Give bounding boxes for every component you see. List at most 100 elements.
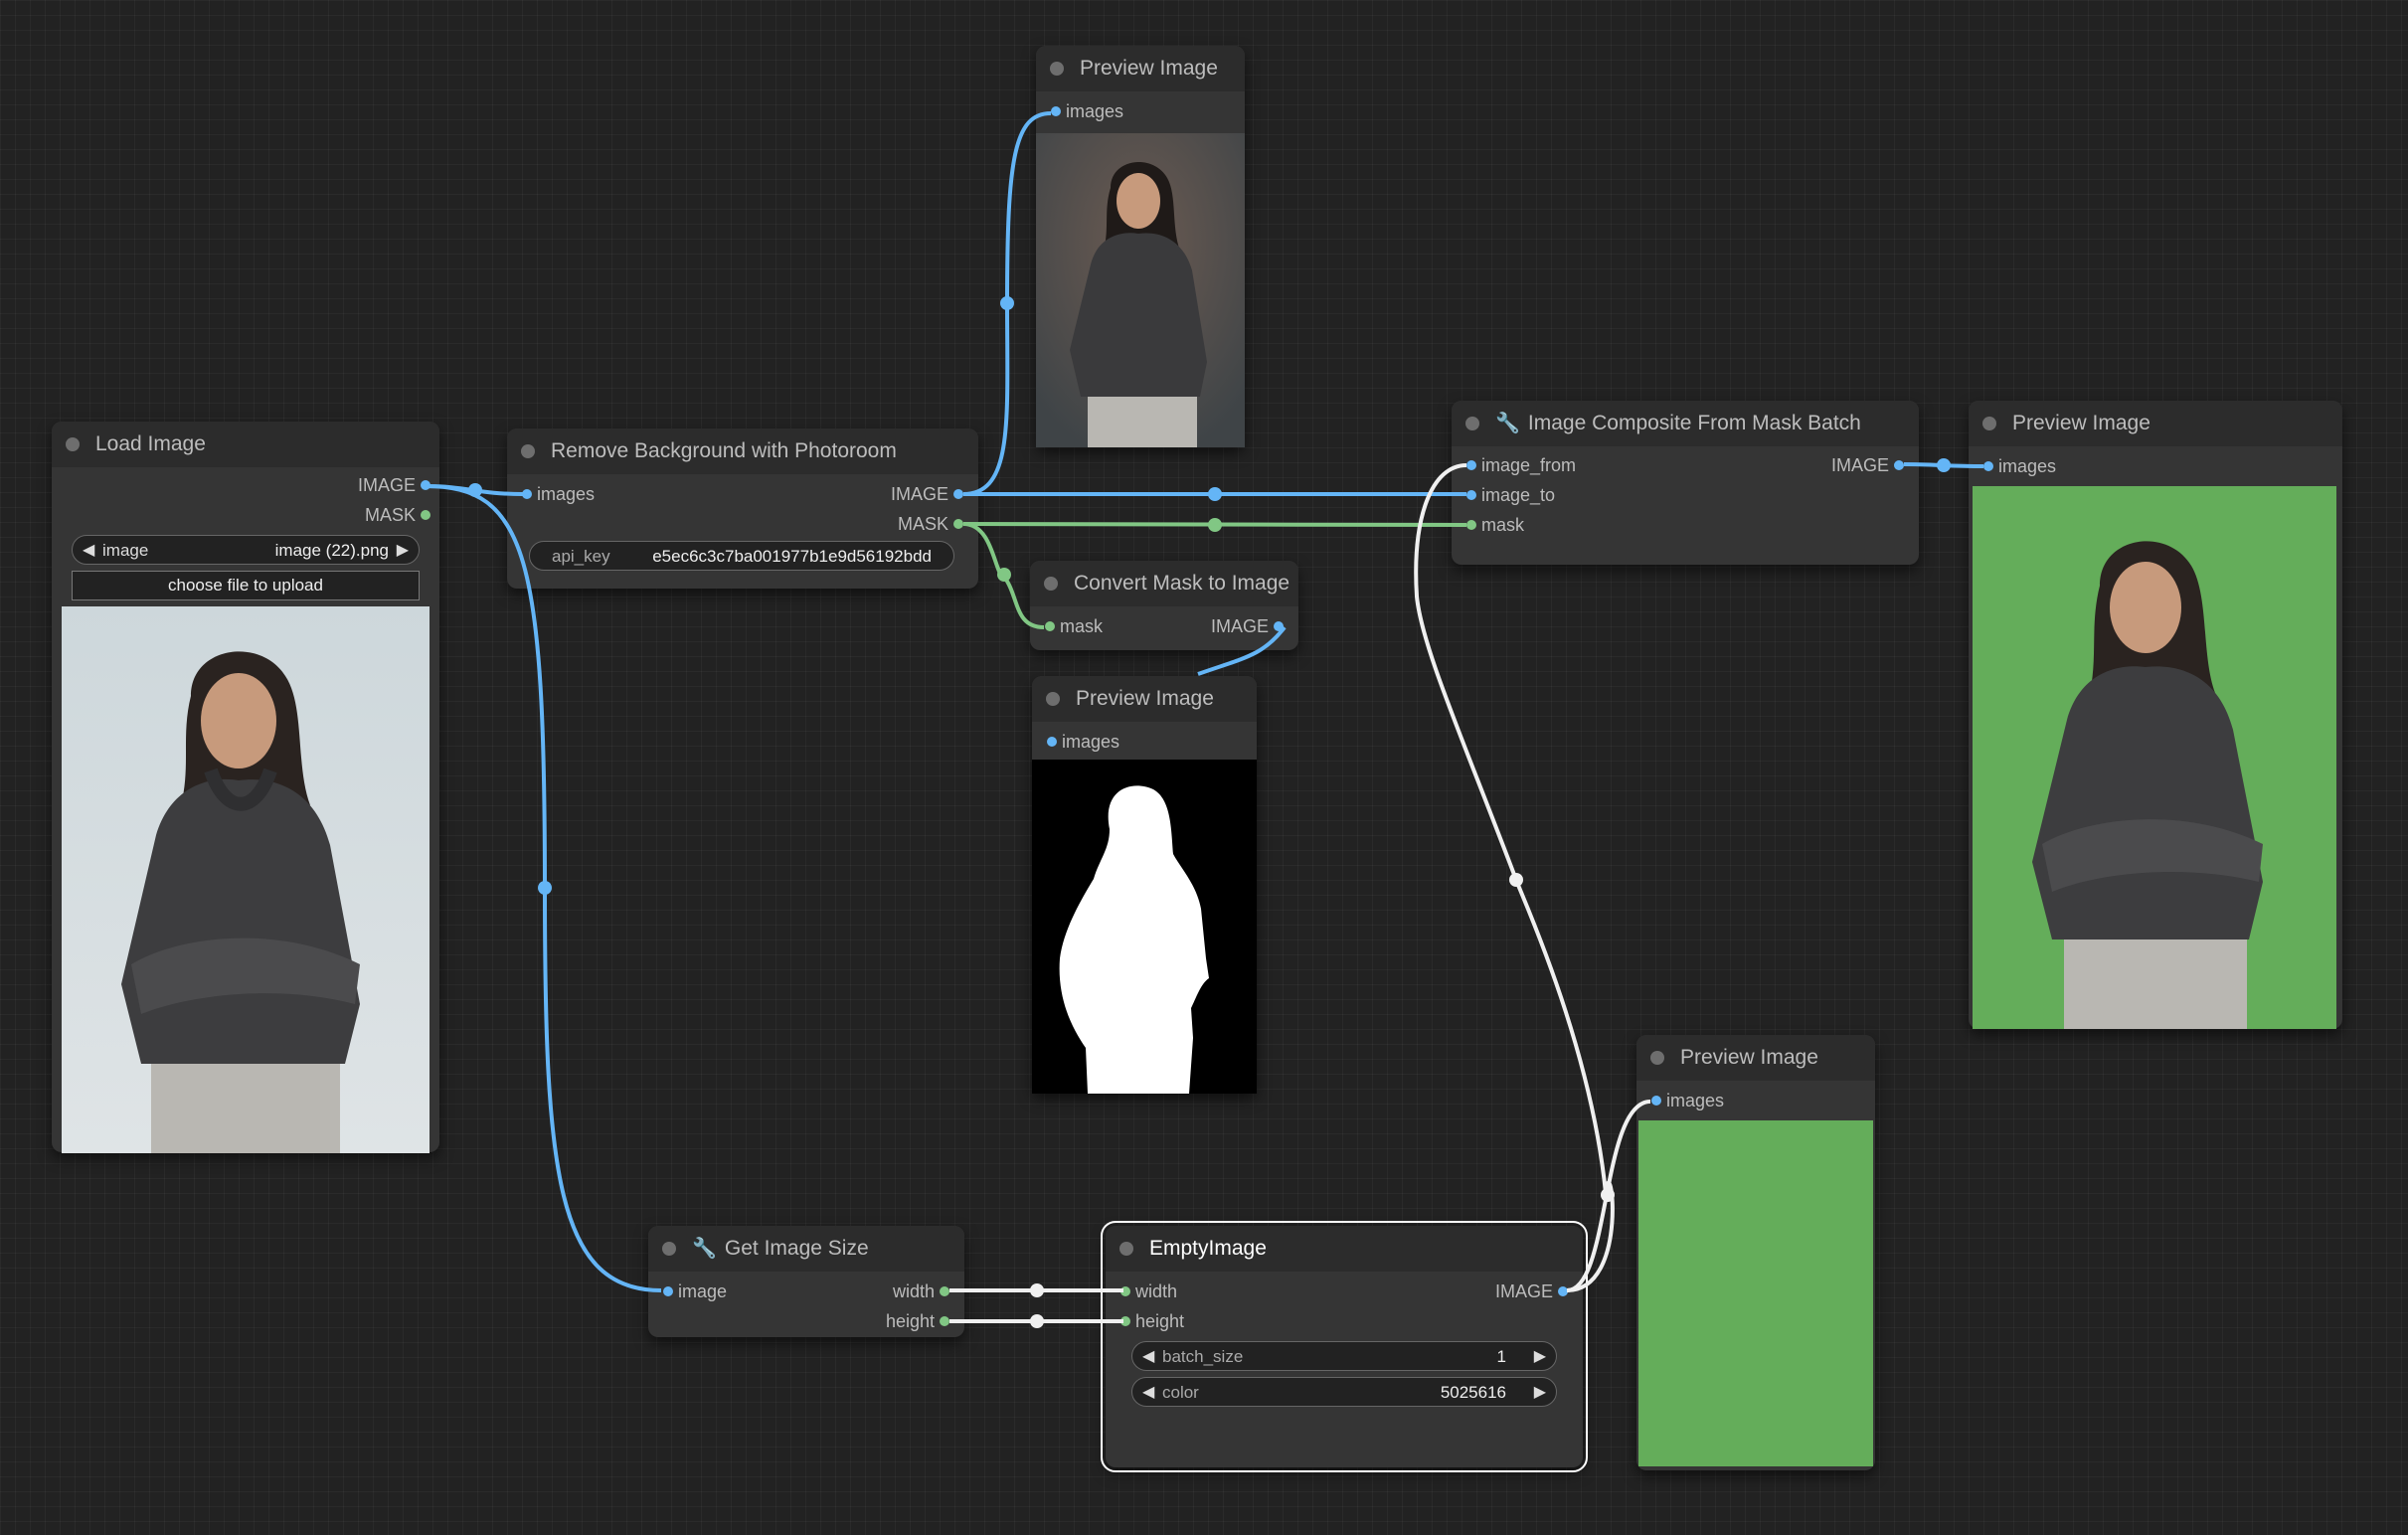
node-image-composite[interactable]: 🔧 Image Composite From Mask Batch image_f…	[1452, 401, 1919, 565]
arrow-left-icon[interactable]: ◀	[1142, 1342, 1154, 1372]
collapse-dot-icon[interactable]	[1119, 1242, 1133, 1256]
api-key-field[interactable]: api_key e5ec6c3c7ba001977b1e9d56192bdd	[529, 541, 954, 571]
input-dot-icon[interactable]	[1045, 621, 1055, 631]
output-width[interactable]: width	[893, 1281, 949, 1302]
node-title[interactable]: Load Image	[52, 422, 439, 467]
collapse-dot-icon[interactable]	[1046, 692, 1060, 706]
link-removebg-mask-to-composite	[962, 522, 1467, 527]
arrow-left-icon[interactable]: ◀	[83, 536, 94, 566]
input-mask[interactable]: mask	[1466, 515, 1524, 536]
output-image[interactable]: IMAGE	[1831, 455, 1904, 476]
node-preview-result[interactable]: Preview Image images	[1969, 401, 2342, 1029]
input-images[interactable]: images	[1047, 732, 1119, 753]
removed-bg-preview	[1036, 133, 1245, 447]
input-dot-icon[interactable]	[1466, 490, 1476, 500]
output-image[interactable]: IMAGE	[358, 475, 430, 496]
input-mask[interactable]: mask	[1045, 616, 1103, 637]
input-image-from[interactable]: image_from	[1466, 455, 1576, 476]
output-dot-icon[interactable]	[421, 510, 430, 520]
input-images[interactable]: images	[522, 484, 595, 505]
node-preview-mask[interactable]: Preview Image images	[1032, 676, 1257, 1094]
output-dot-icon[interactable]	[940, 1286, 949, 1296]
input-image[interactable]: image	[663, 1281, 727, 1302]
node-title[interactable]: Convert Mask to Image	[1030, 561, 1298, 606]
reroute-dot	[1000, 296, 1014, 310]
output-dot-icon[interactable]	[953, 519, 963, 529]
input-dot-icon[interactable]	[1120, 1316, 1130, 1326]
input-dot-icon[interactable]	[663, 1286, 673, 1296]
node-get-image-size[interactable]: 🔧 Get Image Size image width height	[648, 1226, 964, 1337]
input-dot-icon[interactable]	[1983, 461, 1993, 471]
input-dot-icon[interactable]	[1051, 106, 1061, 116]
arrow-right-icon[interactable]: ▶	[1534, 1378, 1546, 1408]
input-dot-icon[interactable]	[1651, 1096, 1661, 1106]
output-dot-icon[interactable]	[1558, 1286, 1568, 1296]
collapse-dot-icon[interactable]	[1982, 417, 1996, 430]
node-title[interactable]: Preview Image	[1636, 1035, 1875, 1081]
node-title[interactable]: EmptyImage	[1106, 1226, 1583, 1272]
output-image[interactable]: IMAGE	[891, 484, 963, 505]
output-mask[interactable]: MASK	[898, 514, 963, 535]
output-height[interactable]: height	[886, 1311, 949, 1332]
empty-image-preview	[1638, 1120, 1873, 1466]
output-image[interactable]: IMAGE	[1211, 616, 1284, 637]
upload-button[interactable]: choose file to upload	[72, 571, 420, 600]
output-dot-icon[interactable]	[940, 1316, 949, 1326]
node-title[interactable]: Preview Image	[1036, 46, 1245, 91]
collapse-dot-icon[interactable]	[1465, 417, 1479, 430]
input-dot-icon[interactable]	[1466, 520, 1476, 530]
input-dot-icon[interactable]	[1120, 1286, 1130, 1296]
node-title[interactable]: Preview Image	[1032, 676, 1257, 722]
input-images[interactable]: images	[1051, 101, 1123, 122]
node-remove-background[interactable]: Remove Background with Photoroom images …	[507, 428, 978, 589]
node-title[interactable]: 🔧 Get Image Size	[648, 1226, 964, 1272]
input-height[interactable]: height	[1120, 1311, 1184, 1332]
arrow-right-icon[interactable]: ▶	[397, 536, 409, 566]
input-dot-icon[interactable]	[522, 489, 532, 499]
mask-silhouette	[1059, 785, 1209, 1094]
color-stepper[interactable]: ◀ color 5025616 ▶	[1131, 1377, 1557, 1407]
output-image[interactable]: IMAGE	[1495, 1281, 1568, 1302]
collapse-dot-icon[interactable]	[1044, 577, 1058, 591]
output-mask[interactable]: MASK	[365, 505, 430, 526]
node-empty-image[interactable]: EmptyImage width height IMAGE ◀ batch_si…	[1101, 1221, 1588, 1472]
reroute-dot	[1208, 518, 1222, 532]
node-preview-removed-bg[interactable]: Preview Image images	[1036, 46, 1245, 447]
image-combo[interactable]: ◀ image image (22).png ▶	[72, 535, 420, 565]
node-load-image[interactable]: Load Image IMAGE MASK ◀ image image (22)…	[52, 422, 439, 1153]
collapse-dot-icon[interactable]	[1650, 1051, 1664, 1065]
arrow-right-icon[interactable]: ▶	[1534, 1342, 1546, 1372]
node-convert-mask[interactable]: Convert Mask to Image mask IMAGE	[1030, 561, 1298, 650]
output-dot-icon[interactable]	[1894, 460, 1904, 470]
person-photo	[62, 606, 430, 1153]
node-title[interactable]: Preview Image	[1969, 401, 2342, 446]
batch-size-stepper[interactable]: ◀ batch_size 1 ▶	[1131, 1341, 1557, 1371]
input-images[interactable]: images	[1651, 1091, 1724, 1111]
input-dot-icon[interactable]	[1466, 460, 1476, 470]
wrench-icon: 🔧	[692, 1238, 717, 1260]
reroute-dot	[1937, 458, 1951, 472]
input-width[interactable]: width	[1120, 1281, 1177, 1302]
input-images[interactable]: images	[1983, 456, 2056, 477]
input-image-to[interactable]: image_to	[1466, 485, 1555, 506]
reroute-dot	[997, 568, 1011, 582]
node-preview-empty-image[interactable]: Preview Image images	[1636, 1035, 1875, 1470]
node-title[interactable]: 🔧 Image Composite From Mask Batch	[1452, 401, 1919, 446]
collapse-dot-icon[interactable]	[662, 1242, 676, 1256]
output-dot-icon[interactable]	[953, 489, 963, 499]
input-dot-icon[interactable]	[1047, 737, 1057, 747]
output-dot-icon[interactable]	[1274, 621, 1284, 631]
collapse-dot-icon[interactable]	[521, 444, 535, 458]
wrench-icon: 🔧	[1495, 413, 1520, 434]
person-photo	[1036, 133, 1245, 447]
composite-result-preview	[1973, 486, 2336, 1029]
output-dot-icon[interactable]	[421, 480, 430, 490]
reroute-dot	[1030, 1314, 1044, 1328]
arrow-left-icon[interactable]: ◀	[1142, 1378, 1154, 1408]
node-title[interactable]: Remove Background with Photoroom	[507, 428, 978, 474]
collapse-dot-icon[interactable]	[66, 437, 80, 451]
reroute-dot	[1030, 1283, 1044, 1297]
reroute-dot	[1509, 873, 1523, 887]
collapse-dot-icon[interactable]	[1050, 62, 1064, 76]
reroute-dot	[468, 483, 482, 497]
